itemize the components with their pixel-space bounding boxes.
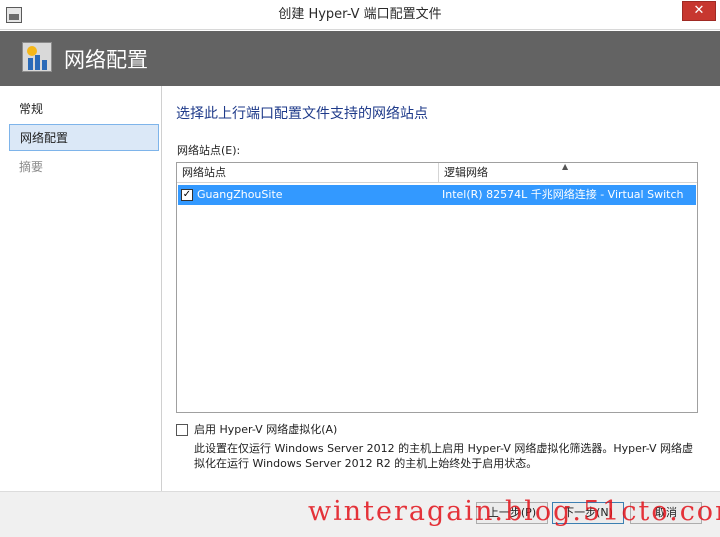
virtualization-checkbox[interactable]	[176, 424, 188, 436]
site-checkbox[interactable]: ✓	[181, 189, 193, 201]
section-title: 选择此上行端口配置文件支持的网络站点	[176, 106, 428, 122]
watermark-text: winteragain.blog.51cto.com	[308, 496, 720, 527]
network-config-icon	[22, 42, 52, 72]
site-name-cell: GuangZhouSite	[197, 188, 283, 201]
header-banner: 网络配置	[0, 31, 720, 86]
grid-header: 网络站点 逻辑网络 ▲	[177, 162, 697, 183]
table-row[interactable]: ✓ GuangZhouSite Intel(R) 82574L 千兆网络连接 -…	[178, 185, 696, 205]
sidebar-item-network-config[interactable]: 网络配置	[9, 124, 159, 151]
close-button[interactable]: ✕	[682, 1, 716, 21]
main-content: 选择此上行端口配置文件支持的网络站点 网络站点(E): 网络站点 逻辑网络 ▲ …	[162, 86, 720, 491]
sidebar-item-summary: 摘要	[19, 160, 44, 174]
column-header-network-site[interactable]: 网络站点	[177, 163, 439, 183]
wizard-sidebar: 常规 网络配置 摘要	[0, 86, 162, 491]
window-title: 创建 Hyper-V 端口配置文件	[278, 7, 442, 22]
virtualization-description: 此设置在仅运行 Windows Server 2012 的主机上启用 Hyper…	[194, 442, 694, 470]
page-title: 网络配置	[64, 48, 148, 72]
sort-ascending-icon: ▲	[562, 162, 569, 171]
logical-network-cell: Intel(R) 82574L 千兆网络连接 - Virtual Switch	[442, 188, 684, 201]
virtualization-label[interactable]: 启用 Hyper-V 网络虚拟化(A)	[194, 422, 337, 438]
network-sites-label: 网络站点(E):	[177, 144, 241, 157]
sidebar-item-general[interactable]: 常规	[9, 96, 159, 123]
title-bar: 创建 Hyper-V 端口配置文件 ✕	[0, 0, 720, 30]
network-sites-grid[interactable]: 网络站点 逻辑网络 ▲ ✓ GuangZhouSite Intel(R) 825…	[176, 162, 698, 413]
